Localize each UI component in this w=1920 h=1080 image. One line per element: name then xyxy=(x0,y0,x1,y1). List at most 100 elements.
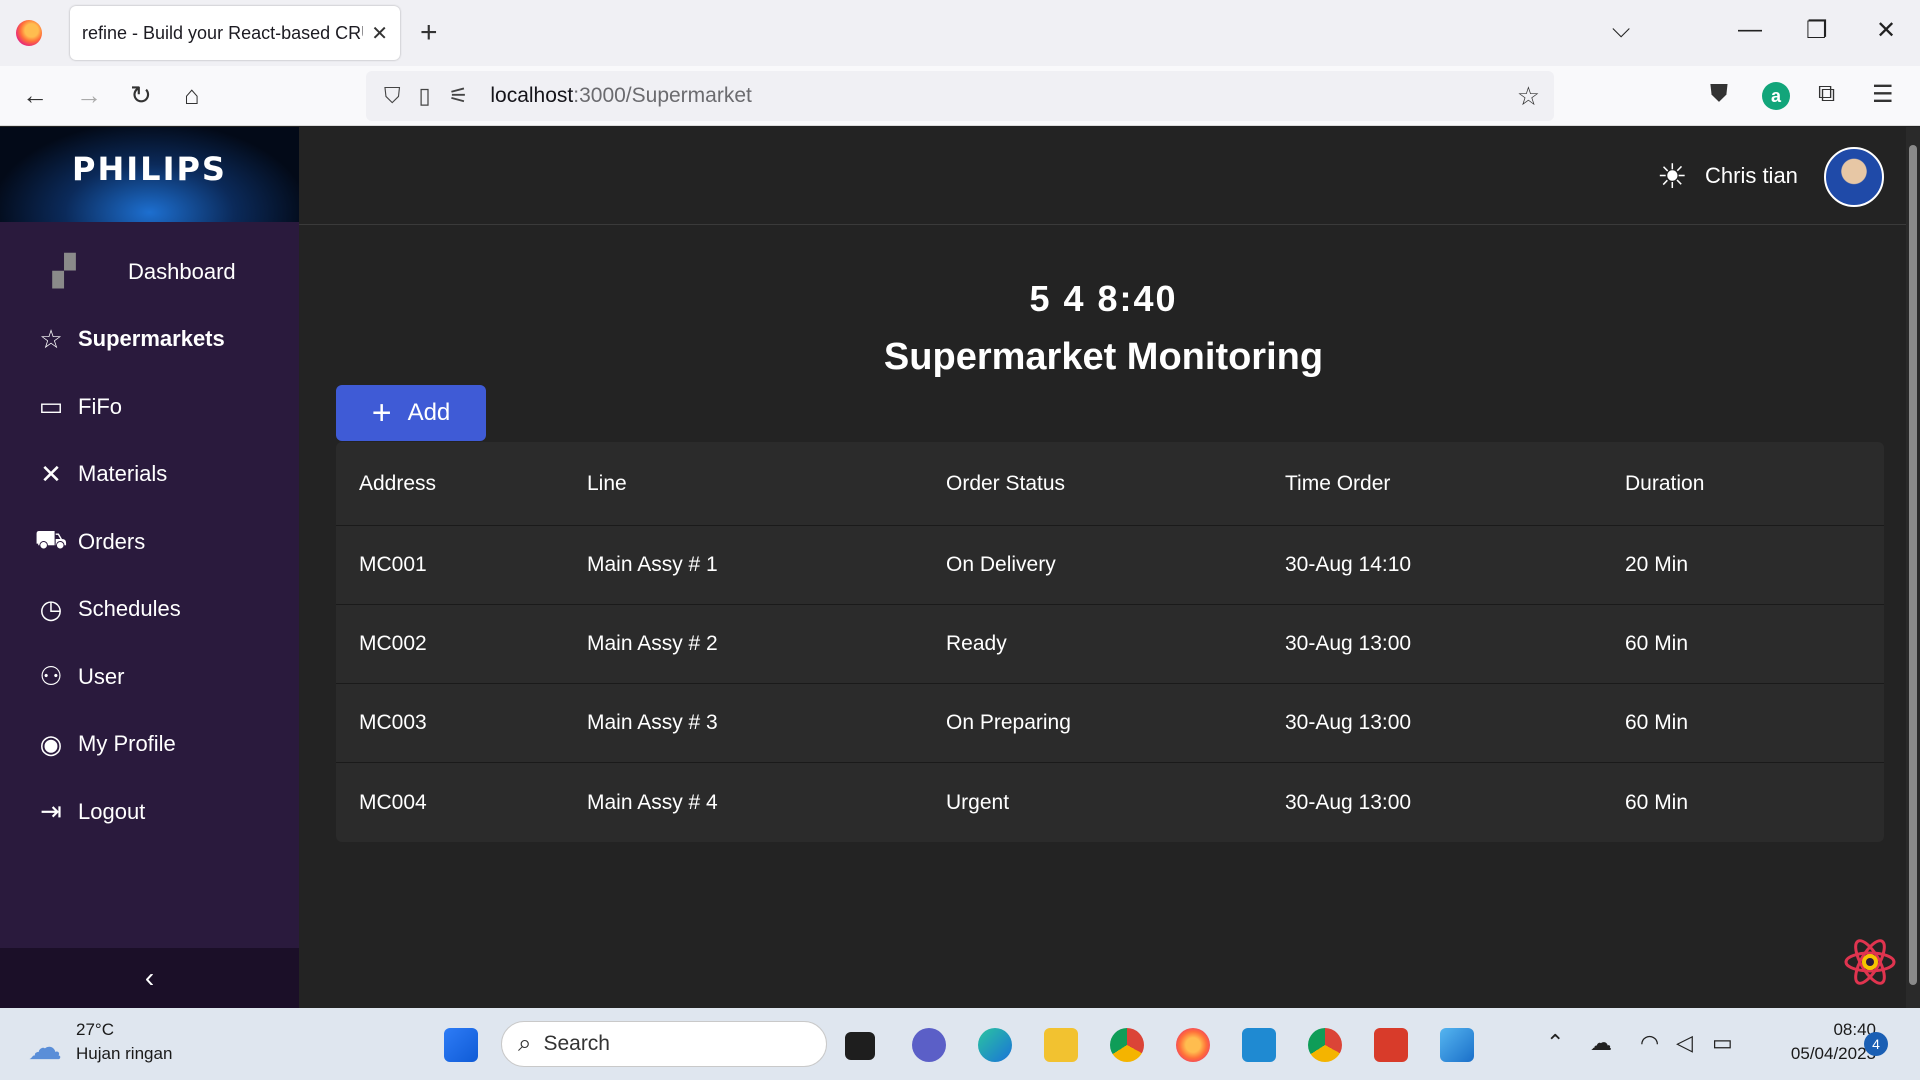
volume-icon[interactable]: ◁ xyxy=(1676,1030,1693,1056)
sidebar-item-dashboard[interactable]: ▞ Dashboard xyxy=(0,238,299,306)
edge-icon[interactable] xyxy=(978,1028,1012,1062)
cell-time-order: 30-Aug 13:00 xyxy=(1285,711,1412,734)
firefox-taskbar-icon[interactable] xyxy=(1176,1028,1210,1062)
page-icon[interactable]: ▯ xyxy=(419,83,431,109)
sidebar-item-orders[interactable]: ⛟ Orders xyxy=(0,508,299,576)
sidebar-item-schedules[interactable]: ◷ Schedules xyxy=(0,576,299,644)
tab-list-chevron-icon[interactable]: ⌵ xyxy=(1612,16,1630,44)
page-scrollbar[interactable] xyxy=(1906,127,1920,1008)
new-tab-icon[interactable]: + xyxy=(420,16,438,50)
cell-duration: 60 Min xyxy=(1625,790,1689,814)
react-devtools-icon[interactable] xyxy=(1843,935,1897,989)
cell-line: Main Assy # 3 xyxy=(587,711,718,734)
sidebar-item-fifo[interactable]: ▭ FiFo xyxy=(0,373,299,441)
chevron-up-icon[interactable]: ⌃ xyxy=(1546,1030,1564,1056)
weather-cloud-icon[interactable]: ☁ xyxy=(28,1028,62,1068)
main-content: 5 4 8:40 Supermarket Monitoring + Add Ad… xyxy=(299,226,1908,1008)
file-explorer-icon[interactable] xyxy=(1044,1028,1078,1062)
sidebar-item-my-profile[interactable]: ◉ My Profile xyxy=(0,711,299,779)
cell-line: Main Assy # 4 xyxy=(587,790,718,814)
battery-icon[interactable]: ▭ xyxy=(1712,1030,1733,1056)
windows-start-icon[interactable] xyxy=(444,1028,478,1062)
chrome-icon[interactable] xyxy=(1110,1028,1144,1062)
bookmark-star-icon[interactable]: ☆ xyxy=(1517,81,1540,112)
cell-time-order: 30-Aug 14:10 xyxy=(1285,553,1412,576)
taskbar-search[interactable]: ⌕ Search xyxy=(501,1021,827,1067)
sidebar-item-supermarkets[interactable]: ☆ Supermarkets xyxy=(0,306,299,374)
url-bar[interactable]: ⛉ ▯ ⚟ localhost:3000/Supermarket ☆ xyxy=(366,71,1554,121)
avatar[interactable] xyxy=(1824,147,1884,207)
logout-icon: ⇥ xyxy=(40,796,62,827)
column-header-duration[interactable]: Duration xyxy=(1625,472,1884,496)
cell-duration: 20 Min xyxy=(1625,553,1689,576)
wps-office-icon[interactable] xyxy=(1374,1028,1408,1062)
logo-text: PHILIPS xyxy=(72,149,227,188)
onedrive-icon[interactable]: ☁ xyxy=(1590,1030,1612,1056)
firefox-icon xyxy=(16,20,42,46)
collapse-sidebar-button[interactable]: ‹ xyxy=(0,948,299,1008)
column-header-time-order[interactable]: Time Order xyxy=(1285,472,1625,496)
dashboard-icon: ▞ xyxy=(52,255,76,289)
sidebar-menu: ▞ Dashboard ☆ Supermarkets ▭ FiFo ✕ Mate… xyxy=(0,238,299,846)
sidebar-item-user[interactable]: ⚇ User xyxy=(0,643,299,711)
chat-icon: ▭ xyxy=(38,391,64,422)
photos-icon[interactable] xyxy=(1440,1028,1474,1062)
cell-line: Main Assy # 1 xyxy=(587,553,718,576)
reload-icon[interactable]: ↻ xyxy=(130,80,152,111)
menu-icon[interactable]: ☰ xyxy=(1872,80,1894,109)
browser-navbar: ← → ↻ ⌂ ⛉ ▯ ⚟ localhost:3000/Supermarket… xyxy=(0,66,1920,126)
permissions-icon[interactable]: ⚟ xyxy=(449,83,469,109)
table-row[interactable]: MC002 Main Assy # 2 Ready 30-Aug 13:00 6… xyxy=(336,605,1884,684)
sun-icon[interactable]: ☀ xyxy=(1657,157,1687,197)
account-icon[interactable]: a xyxy=(1762,82,1790,110)
forward-icon[interactable]: → xyxy=(76,80,102,111)
star-icon: ☆ xyxy=(39,323,63,354)
cell-time-order: 30-Aug 13:00 xyxy=(1285,790,1412,814)
task-view-icon[interactable] xyxy=(845,1032,875,1060)
restore-icon[interactable]: ❐ xyxy=(1806,16,1828,45)
home-icon[interactable]: ⌂ xyxy=(184,80,200,111)
cell-line: Main Assy # 2 xyxy=(587,632,718,655)
table-header-row: Address Line Order Status Time Order Dur… xyxy=(336,442,1884,526)
search-placeholder: Search xyxy=(543,1032,610,1055)
logo: PHILIPS xyxy=(0,127,299,222)
minimize-icon[interactable]: — xyxy=(1738,16,1762,44)
table-row[interactable]: MC004 Main Assy # 4 Urgent 30-Aug 13:00 … xyxy=(336,763,1884,842)
weather-description[interactable]: Hujan ringan xyxy=(76,1044,172,1064)
notification-badge[interactable]: 4 xyxy=(1864,1032,1888,1056)
browser-tabbar: refine - Build your React-based CRUD ✕ +… xyxy=(0,0,1920,66)
sidebar-item-logout[interactable]: ⇥ Logout xyxy=(0,778,299,846)
table-row[interactable]: MC001 Main Assy # 1 On Delivery 30-Aug 1… xyxy=(336,526,1884,605)
sidebar-item-label: FiFo xyxy=(78,393,122,419)
browser-tab[interactable]: refine - Build your React-based CRUD ✕ xyxy=(70,6,400,60)
scrollbar-thumb[interactable] xyxy=(1909,145,1917,985)
close-window-icon[interactable]: ✕ xyxy=(1876,16,1896,45)
sidebar-item-materials[interactable]: ✕ Materials xyxy=(0,441,299,509)
vscode-icon[interactable] xyxy=(1242,1028,1276,1062)
column-header-order-status[interactable]: Order Status xyxy=(946,472,1285,496)
chrome-profile-icon[interactable] xyxy=(1308,1028,1342,1062)
sidebar-item-label: Materials xyxy=(78,461,168,487)
back-icon[interactable]: ← xyxy=(22,80,48,111)
sidebar-item-label: Orders xyxy=(78,528,146,554)
extensions-icon[interactable]: ⧉ xyxy=(1818,80,1835,108)
sidebar-item-label: My Profile xyxy=(78,731,176,757)
sidebar-item-label: Logout xyxy=(78,798,146,824)
shield-icon[interactable]: ⛉ xyxy=(384,83,401,109)
cart-icon: ⛟ xyxy=(34,524,68,555)
cell-address: MC001 xyxy=(359,553,427,576)
taskbar-date[interactable]: 05/04/2023 xyxy=(1760,1044,1876,1064)
column-header-line[interactable]: Line xyxy=(587,472,946,496)
add-button[interactable]: + Add xyxy=(336,385,486,441)
wifi-icon[interactable]: ◠ xyxy=(1640,1030,1659,1056)
close-tab-icon[interactable]: ✕ xyxy=(371,21,388,46)
add-button-label: Add xyxy=(407,399,451,426)
cell-address: MC003 xyxy=(359,711,427,734)
taskbar-time[interactable]: 08:40 xyxy=(1780,1020,1876,1040)
pocket-icon[interactable]: ⛊ xyxy=(1710,80,1728,108)
column-header-address[interactable]: Address xyxy=(336,472,587,496)
supermarket-table: Address Line Order Status Time Order Dur… xyxy=(336,442,1884,842)
table-row[interactable]: MC003 Main Assy # 3 On Preparing 30-Aug … xyxy=(336,684,1884,763)
chat-app-icon[interactable] xyxy=(912,1028,946,1062)
weather-temperature[interactable]: 27°C xyxy=(76,1020,114,1040)
